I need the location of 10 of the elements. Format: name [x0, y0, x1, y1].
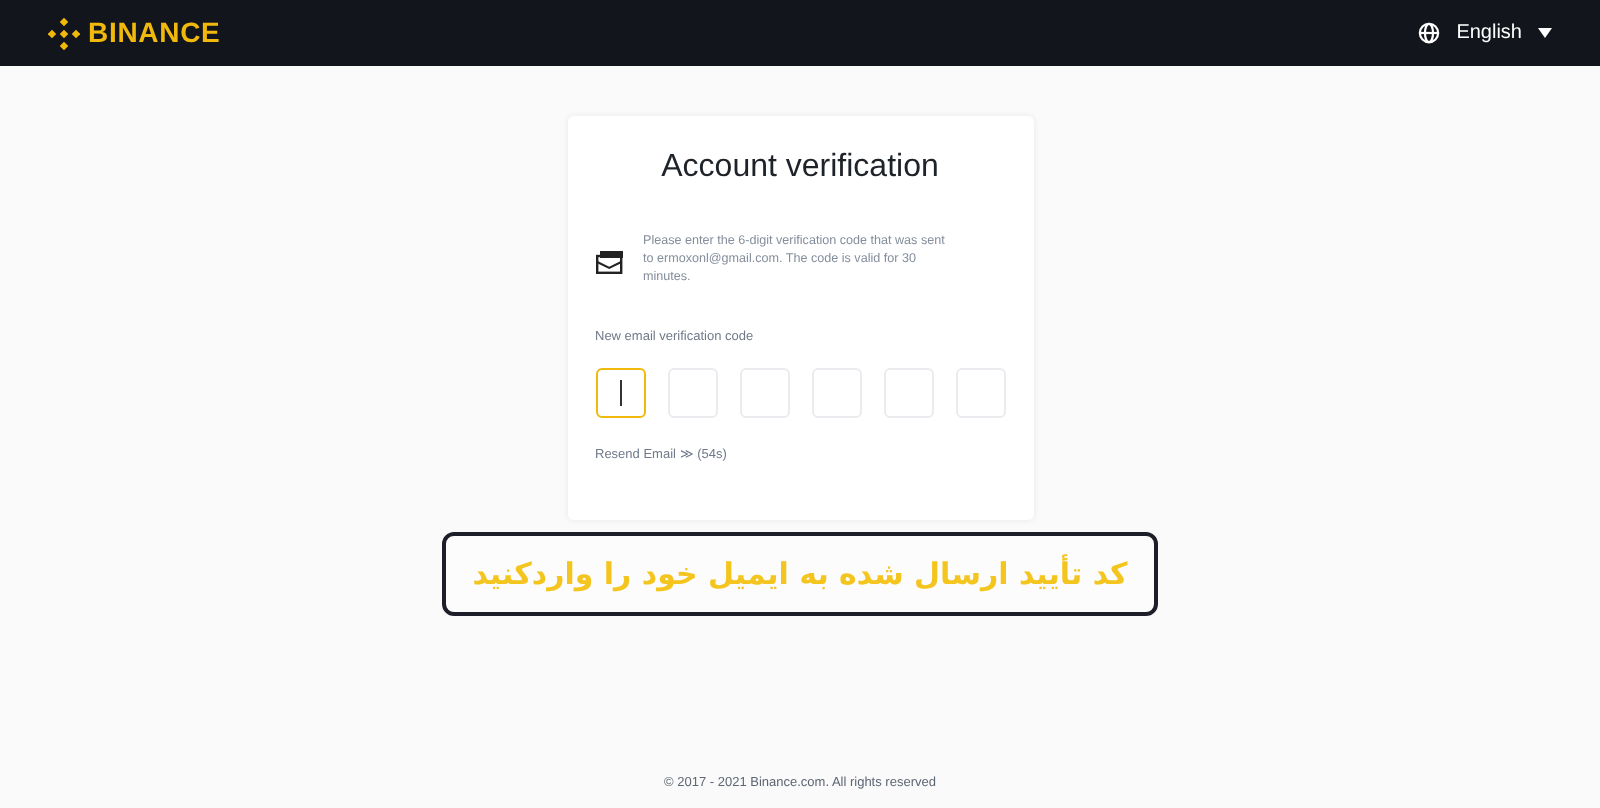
caret-icon [1538, 28, 1552, 38]
logo-icon [48, 17, 80, 49]
card-title: Account verification [659, 148, 941, 188]
logo-text[interactable]: BINANCE [88, 12, 221, 54]
globe-icon [1418, 22, 1441, 44]
envelope-icon [595, 250, 623, 274]
language-button[interactable]: English [1418, 18, 1552, 48]
caption-banner: کد تأیید ارسال شده به ایمیل خود را واردکنید [442, 532, 1158, 616]
code-digit-field[interactable] [595, 367, 645, 418]
text-cursor [619, 379, 621, 406]
